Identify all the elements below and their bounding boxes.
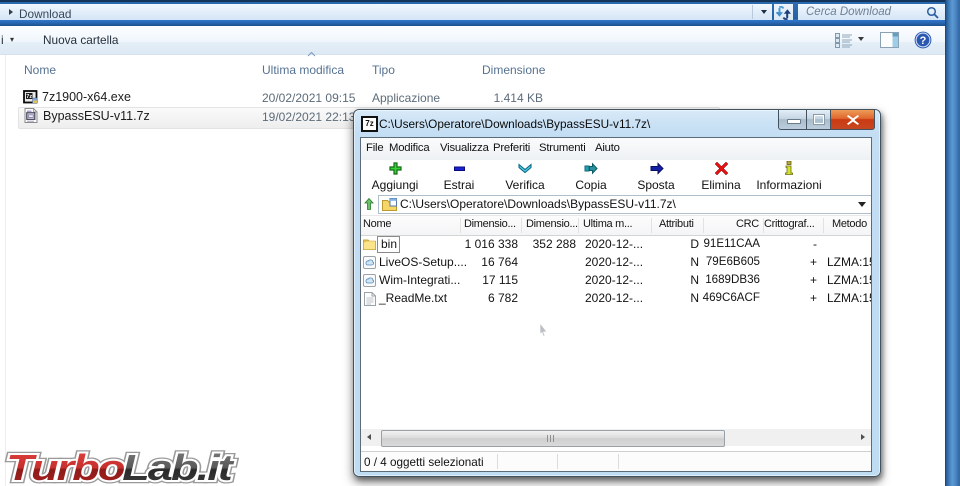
svg-text:TurboLab.it: TurboLab.it bbox=[6, 447, 234, 486]
svg-text:?: ? bbox=[920, 35, 927, 47]
svg-text:7z: 7z bbox=[26, 94, 32, 100]
